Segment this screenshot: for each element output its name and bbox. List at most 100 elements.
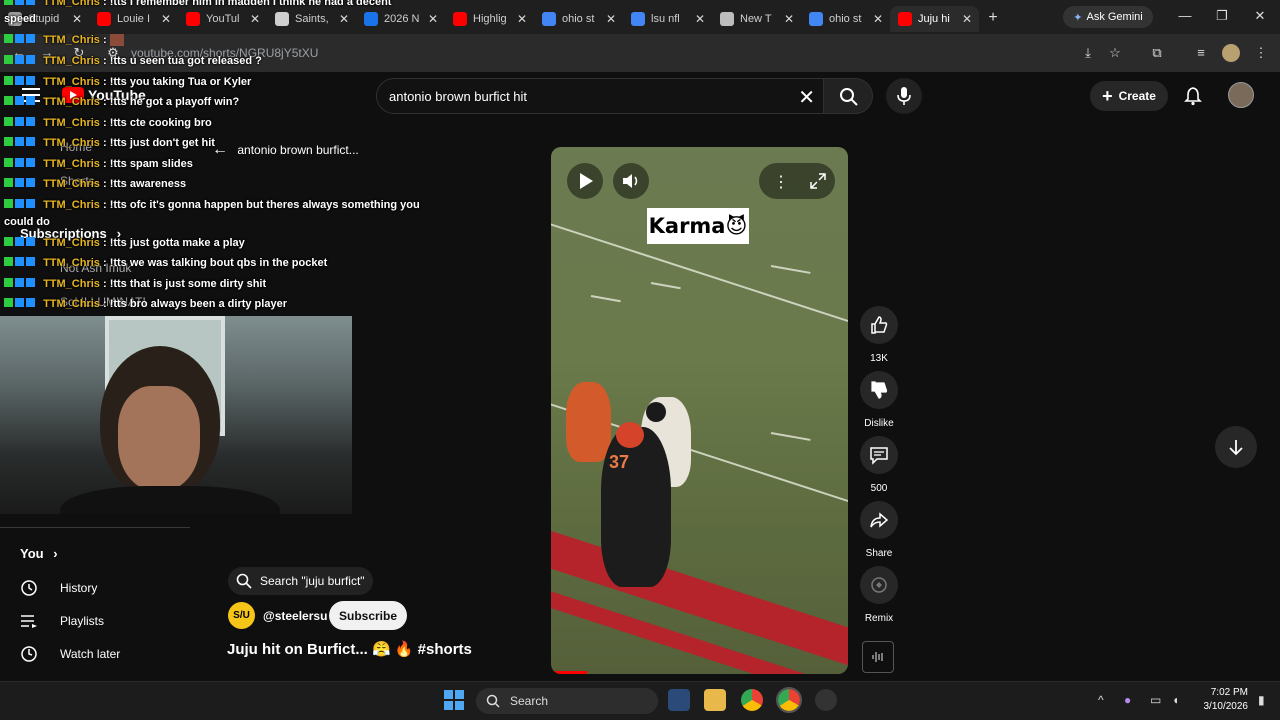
video-progress-bar[interactable]	[551, 671, 587, 674]
more-options-icon[interactable]: ⋮	[773, 172, 789, 192]
clear-search-icon[interactable]: ✕	[798, 85, 815, 110]
browser-tab[interactable]: New T ✕	[712, 6, 801, 32]
chat-separator: :	[99, 0, 110, 8]
bookmark-star-icon[interactable]: ☆	[1106, 44, 1124, 62]
search-chip-label: Search "juju burfict"	[260, 574, 365, 588]
tab-close-icon[interactable]: ✕	[781, 12, 797, 26]
search-back-link[interactable]: ← antonio brown burfict...	[212, 141, 359, 159]
file-explorer-icon[interactable]	[704, 689, 726, 711]
browser-tab[interactable]: ohio st ✕	[801, 6, 890, 32]
like-circle[interactable]	[860, 306, 898, 344]
comment-icon	[870, 447, 888, 465]
streaming-app-icon[interactable]	[815, 689, 837, 711]
field-hash-mark	[770, 265, 811, 274]
chat-separator: :	[99, 278, 110, 290]
fullscreen-icon[interactable]	[809, 172, 827, 190]
sidebar-you-heading[interactable]: You ›	[20, 546, 58, 561]
play-icon	[580, 173, 593, 189]
playlists-label: Playlists	[60, 614, 105, 628]
volume-tray-icon[interactable]: ◖	[1172, 693, 1179, 707]
tab-close-icon[interactable]: ✕	[158, 12, 174, 26]
like-button[interactable]: 13K	[859, 306, 899, 364]
share-button[interactable]: Share	[859, 501, 899, 559]
browser-tab[interactable]: ohio st ✕	[534, 6, 623, 32]
chat-username: TTM_Chris	[43, 278, 100, 290]
minimize-icon[interactable]: —	[1170, 8, 1200, 23]
related-search-chip[interactable]: Search "juju burfict"	[228, 567, 373, 595]
browser-tab[interactable]: YouTul ✕	[178, 6, 267, 32]
chat-text: !tts you taking Tua or Kyler	[109, 76, 252, 88]
audio-waveform-icon	[872, 652, 883, 662]
tab-label: Juju hi	[918, 13, 950, 25]
remix-circle[interactable]	[860, 566, 898, 604]
sidebar-item-watch-later[interactable]: Watch later	[20, 644, 200, 664]
channel-name[interactable]: @steelersu	[263, 609, 327, 623]
chrome-icon[interactable]	[741, 689, 763, 711]
chat-message: TTM_Chris : !tts spam slides	[4, 158, 193, 170]
tab-close-icon[interactable]: ✕	[692, 12, 708, 26]
browser-tab[interactable]: Louie I ✕	[89, 6, 178, 32]
browser-tab[interactable]: Saints, ✕	[267, 6, 356, 32]
play-button[interactable]	[567, 163, 603, 199]
new-tab-button[interactable]: +	[979, 9, 1007, 27]
chat-separator: :	[99, 199, 110, 211]
taskbar-clock[interactable]: 7:02 PM 3/10/2026	[1198, 686, 1249, 714]
close-window-icon[interactable]: ✕	[1245, 8, 1275, 24]
tab-close-icon[interactable]: ✕	[959, 12, 975, 26]
search-icon	[486, 694, 500, 708]
volume-button[interactable]	[613, 163, 649, 199]
share-circle[interactable]	[860, 501, 898, 539]
windows-start-icon[interactable]	[444, 690, 464, 710]
dislike-label: Dislike	[864, 418, 894, 429]
network-icon[interactable]: ▭	[1150, 693, 1161, 707]
chat-message: TTM_Chris : !tts awareness	[4, 178, 186, 190]
dislike-button[interactable]: Dislike	[859, 371, 899, 429]
browser-menu-icon[interactable]: ⋮	[1252, 44, 1270, 62]
shorts-video-player[interactable]: 37 ⋮ Karma😈	[551, 147, 848, 674]
chrome-active-icon[interactable]	[776, 687, 802, 713]
install-app-icon[interactable]: ⤓	[1079, 44, 1097, 62]
tray-overflow-icon[interactable]: ^	[1098, 693, 1104, 707]
tab-close-icon[interactable]: ✕	[603, 12, 619, 26]
browser-tab-active[interactable]: Juju hi ✕	[890, 6, 979, 32]
remix-button[interactable]: Remix	[859, 566, 899, 624]
extensions-icon[interactable]: ⧉	[1148, 44, 1166, 62]
media-controls-icon[interactable]: ≡	[1192, 44, 1210, 62]
browser-tab[interactable]: Highlig ✕	[445, 6, 534, 32]
subscribe-button[interactable]: Subscribe	[329, 601, 407, 630]
tab-close-icon[interactable]: ✕	[247, 12, 263, 26]
notifications-icon[interactable]: ▮	[1258, 693, 1265, 707]
chat-username: TTM_Chris	[43, 34, 100, 46]
tab-close-icon[interactable]: ✕	[336, 12, 352, 26]
comments-button[interactable]: 500	[859, 436, 899, 494]
profile-icon[interactable]	[1222, 44, 1240, 62]
search-input[interactable]: antonio brown burfict hit ✕	[376, 78, 823, 114]
account-avatar[interactable]	[1228, 82, 1254, 108]
sidebar-item-history[interactable]: History	[20, 578, 200, 598]
ask-gemini-button[interactable]: ✦ Ask Gemini	[1063, 6, 1153, 28]
search-button[interactable]	[823, 78, 873, 114]
sidebar-item-playlists[interactable]: Playlists	[20, 611, 200, 631]
chat-text: !tts just gotta make a play	[109, 237, 245, 249]
dislike-circle[interactable]	[860, 371, 898, 409]
microphone-tray-icon[interactable]: ●	[1124, 693, 1131, 707]
sound-source-button[interactable]	[862, 641, 894, 673]
chat-badges-icon	[4, 237, 40, 249]
notifications-bell-icon[interactable]	[1183, 86, 1203, 106]
tab-close-icon[interactable]: ✕	[425, 12, 441, 26]
microsoft-store-icon[interactable]	[668, 689, 690, 711]
taskbar-search-box[interactable]: Search	[476, 688, 658, 714]
tab-close-icon[interactable]: ✕	[514, 12, 530, 26]
next-short-button[interactable]	[1215, 426, 1257, 468]
tab-close-icon[interactable]: ✕	[870, 12, 886, 26]
browser-tab[interactable]: lsu nfl ✕	[623, 6, 712, 32]
create-button[interactable]: + Create	[1090, 81, 1168, 111]
chat-text: !tts cte cooking bro	[109, 117, 212, 129]
restore-icon[interactable]: ❐	[1207, 8, 1237, 24]
channel-avatar[interactable]: S/U	[228, 602, 255, 629]
voice-search-button[interactable]	[886, 78, 922, 114]
browser-tab[interactable]: 2026 N ✕	[356, 6, 445, 32]
tab-close-icon[interactable]: ✕	[69, 12, 85, 26]
comments-circle[interactable]	[860, 436, 898, 474]
search-query-text: antonio brown burfict hit	[389, 89, 528, 104]
